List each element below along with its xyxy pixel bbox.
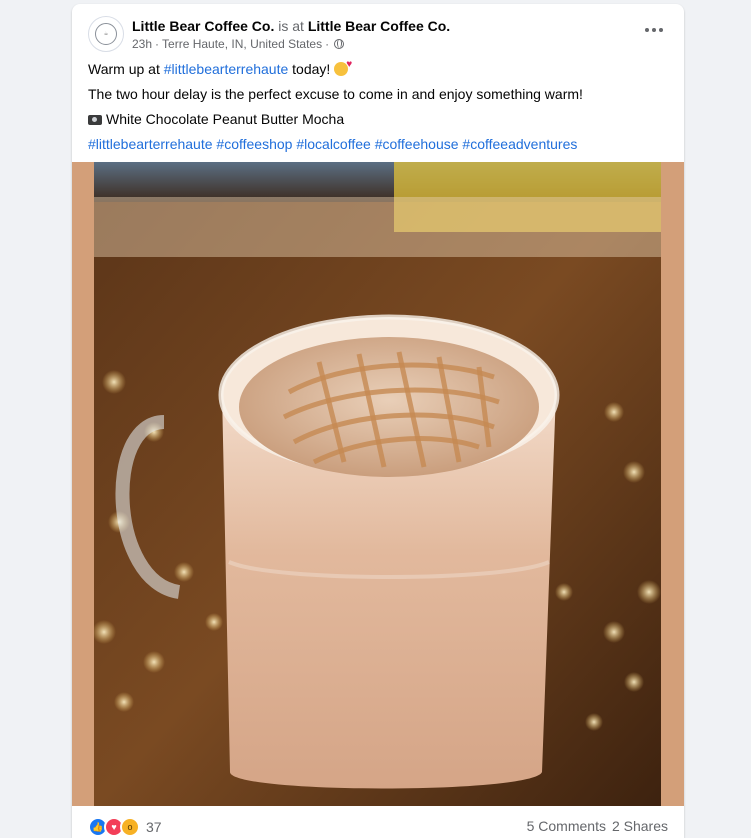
globe-icon[interactable] <box>334 39 345 49</box>
post-footer: 👍 ♥ o 37 5 Comments 2 Shares <box>88 814 668 838</box>
drink-name: White Chocolate Peanut Butter Mocha <box>106 111 345 127</box>
wow-icon: o <box>120 817 140 837</box>
more-options-icon[interactable] <box>640 20 668 40</box>
post-meta: 23h · Terre Haute, IN, United States · <box>132 36 345 52</box>
text-segment: Warm up at <box>88 61 164 77</box>
facebook-post-card: ☕ Little Bear Coffee Co. is at Little Be… <box>72 4 684 838</box>
post-line-3: White Chocolate Peanut Butter Mocha <box>88 110 668 128</box>
hashtag-link[interactable]: #coffeehouse <box>375 136 459 152</box>
reaction-count: 37 <box>146 819 162 835</box>
post-place[interactable]: Terre Haute, IN, United States <box>162 36 322 52</box>
post-time[interactable]: 23h <box>132 36 152 52</box>
post-line-1: Warm up at #littlebearterrehaute today! <box>88 56 668 78</box>
hashtag-link[interactable]: #coffeeshop <box>216 136 292 152</box>
engagement-counts: 5 Comments 2 Shares <box>527 817 668 835</box>
latte-mug-image <box>94 162 661 806</box>
hashtag-link[interactable]: #coffeeadventures <box>462 136 577 152</box>
text-segment: today! <box>288 61 335 77</box>
dot <box>645 28 649 32</box>
author-link[interactable]: Little Bear Coffee Co. <box>132 18 274 34</box>
smiling-face-with-hearts-icon <box>334 56 352 76</box>
hashtag-link[interactable]: #littlebearterrehaute <box>164 61 289 77</box>
shares-count-link[interactable]: 2 Shares <box>612 817 668 835</box>
logo-icon: ☕ <box>95 23 117 45</box>
hashtag-list: #littlebearterrehaute #coffeeshop #local… <box>88 135 668 153</box>
meta-separator: · <box>155 37 160 51</box>
meta-separator: · <box>325 37 330 51</box>
page-avatar[interactable]: ☕ <box>88 16 124 52</box>
reaction-summary[interactable]: 👍 ♥ o 37 <box>88 817 162 837</box>
post-text: Warm up at #littlebearterrehaute today! … <box>88 56 668 160</box>
post-photo[interactable] <box>94 162 661 806</box>
dot <box>659 28 663 32</box>
post-author-line: Little Bear Coffee Co. is at Little Bear… <box>132 17 450 35</box>
post-header: ☕ Little Bear Coffee Co. is at Little Be… <box>88 16 668 56</box>
post-line-2: The two hour delay is the perfect excuse… <box>88 86 583 102</box>
post-photo-frame <box>72 162 684 806</box>
camera-icon <box>88 115 102 125</box>
comments-count-link[interactable]: 5 Comments <box>527 817 606 835</box>
location-link[interactable]: Little Bear Coffee Co. <box>308 18 450 34</box>
hashtag-link[interactable]: #localcoffee <box>296 136 370 152</box>
dot <box>652 28 656 32</box>
hashtag-link[interactable]: #littlebearterrehaute <box>88 136 213 152</box>
connector-text: is at <box>278 18 304 34</box>
